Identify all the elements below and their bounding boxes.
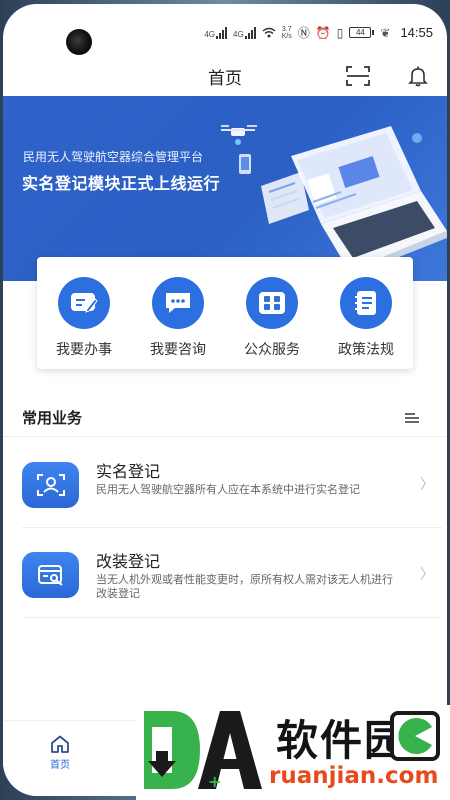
svg-text:+: +	[208, 772, 221, 791]
home-icon	[51, 735, 69, 753]
list-menu-icon[interactable]	[405, 412, 419, 424]
quick-actions-panel: 我要办事 我要咨询 公众服务 政策法规	[37, 257, 413, 369]
net-speed: 3.7 K/s	[281, 25, 292, 40]
vibrate-icon: ▯	[336, 25, 344, 40]
chevron-right-icon: 〉	[420, 566, 434, 582]
page-title: 首页	[208, 69, 242, 88]
service-item-real-name[interactable]: 实名登记 民用无人驾驶航空器所有人应在本系统中进行实名登记 〉	[22, 438, 442, 528]
network-type-1: 4G	[204, 29, 216, 39]
alarm-icon: ⏰	[315, 25, 331, 40]
common-services-header: 常用业务	[3, 401, 447, 437]
service-item-modification[interactable]: 改装登记 当无人机外观或者性能变更时，原所有权人需对该无人机进行改装登记 〉	[22, 528, 442, 618]
grid-apps-icon	[246, 277, 298, 329]
tab-home-label: 首页	[50, 760, 70, 771]
watermark-text-en: ruanjian.com	[269, 763, 439, 789]
phone-screen: 4G 4G 3.7 K/s Ⓝ ⏰ ▯ 44 ❦ 14:55 首页 民用无人驾驶…	[3, 4, 447, 796]
quick-action-policies[interactable]: 政策法规	[319, 257, 413, 369]
quick-action-handle-affairs[interactable]: 我要办事	[37, 257, 131, 369]
banner-headline: 实名登记模块正式上线运行	[22, 176, 221, 193]
watermark-d-download-icon	[144, 711, 200, 789]
watermark-a-icon: +	[198, 711, 262, 791]
quick-action-label: 公众服务	[244, 341, 300, 357]
watermark-pacman-icon	[390, 711, 440, 761]
modify-card-icon	[22, 552, 79, 598]
service-name: 改装登记	[96, 554, 161, 571]
app-header: 首页	[3, 56, 447, 96]
battery-level: 44	[349, 27, 372, 38]
chat-bubble-icon	[152, 277, 204, 329]
id-scan-icon	[22, 462, 79, 508]
quick-action-label: 我要咨询	[150, 341, 206, 357]
status-icons: 4G 4G 3.7 K/s Ⓝ ⏰ ▯ 44 ❦ 14:55	[204, 24, 433, 41]
status-bar: 4G 4G 3.7 K/s Ⓝ ⏰ ▯ 44 ❦ 14:55	[3, 4, 447, 55]
bell-icon[interactable]	[407, 65, 429, 87]
battery-icon: 44	[349, 27, 375, 38]
watermark-text-cn: 软件园	[276, 716, 409, 765]
signal-1-icon: 4G	[204, 26, 228, 39]
device-frame: 4G 4G 3.7 K/s Ⓝ ⏰ ▯ 44 ❦ 14:55 首页 民用无人驾驶…	[0, 0, 450, 800]
form-edit-icon	[58, 277, 110, 329]
section-title: 常用业务	[22, 410, 83, 427]
quick-action-public-services[interactable]: 公众服务	[225, 257, 319, 369]
leaf-icon: ❦	[380, 25, 391, 40]
wifi-icon	[262, 27, 276, 38]
watermark-logo: + 软件园 ruanjian.com	[136, 705, 450, 800]
nfc-icon: Ⓝ	[297, 26, 310, 40]
network-type-2: 4G	[233, 29, 244, 39]
laptop-drone-illustration	[221, 125, 447, 276]
scan-icon[interactable]	[346, 66, 370, 86]
service-name: 实名登记	[96, 464, 161, 481]
document-icon	[340, 277, 392, 329]
service-desc: 当无人机外观或者性能变更时，原所有权人需对该无人机进行改装登记	[96, 574, 393, 600]
quick-action-consult[interactable]: 我要咨询	[131, 257, 225, 369]
quick-action-label: 政策法规	[338, 341, 394, 357]
chevron-right-icon: 〉	[420, 476, 434, 492]
signal-2-icon: 4G	[233, 26, 256, 39]
banner-subtitle: 民用无人驾驶航空器综合管理平台	[23, 150, 204, 164]
clock: 14:55	[400, 25, 433, 40]
promo-banner[interactable]: 民用无人驾驶航空器综合管理平台 实名登记模块正式上线运行	[3, 96, 447, 281]
front-camera	[66, 29, 92, 55]
service-desc: 民用无人驾驶航空器所有人应在本系统中进行实名登记	[96, 484, 360, 496]
tab-home[interactable]: 首页	[43, 735, 77, 771]
quick-action-label: 我要办事	[56, 341, 112, 357]
